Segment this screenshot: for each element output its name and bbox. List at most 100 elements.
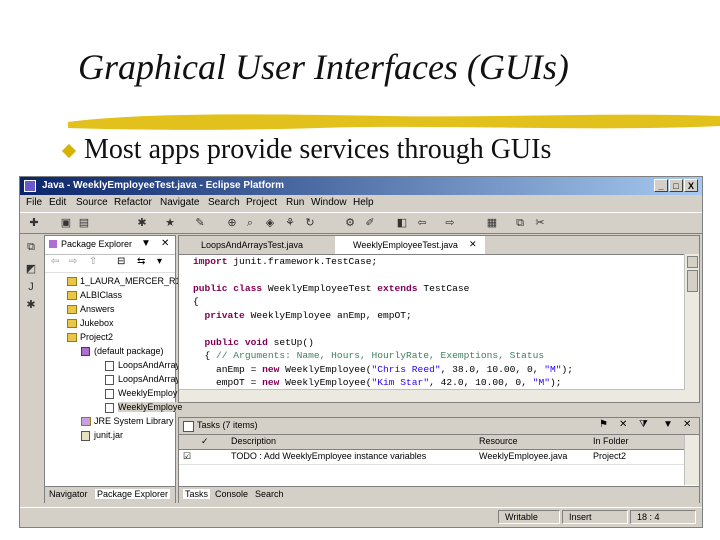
package-explorer-header: Package Explorer ▼ ✕: [45, 236, 175, 255]
code-line: { // Arguments: Name, Hours, HourlyRate,…: [204, 350, 545, 361]
code-editor[interactable]: LoopsAndArraysTest.java WeeklyEmployeeTe…: [178, 235, 700, 403]
code-line: import junit.framework.TestCase;: [193, 256, 378, 267]
refresh-icon[interactable]: ↻: [302, 216, 318, 231]
menu-icon[interactable]: ▾: [157, 256, 162, 267]
external-tools-icon[interactable]: ✎: [192, 216, 208, 231]
package-explorer-title: Package Explorer: [61, 239, 133, 249]
task-add-icon[interactable]: ⚑: [599, 419, 608, 430]
tab-navigator[interactable]: Navigator: [49, 489, 88, 499]
collapse-all-icon[interactable]: ⊟: [117, 256, 125, 267]
task-resource: WeeklyEmployee.java: [479, 451, 568, 461]
tab-console[interactable]: Console: [215, 489, 248, 499]
task-delete-icon[interactable]: ✕: [619, 419, 627, 430]
java-file-icon: [105, 375, 114, 385]
menu-source[interactable]: Source: [76, 197, 108, 208]
editor-tabs: LoopsAndArraysTest.java WeeklyEmployeeTe…: [179, 236, 699, 255]
filter-icon[interactable]: ⧩: [639, 419, 648, 430]
column-in-folder[interactable]: In Folder: [593, 436, 629, 446]
close-tab-icon[interactable]: ✕: [469, 239, 477, 250]
task-icon: ☑: [183, 451, 192, 461]
eclipse-app-icon: [24, 180, 36, 192]
back-icon[interactable]: ⇦: [414, 216, 430, 231]
tab-tasks[interactable]: Tasks: [183, 489, 211, 499]
close-view-icon[interactable]: ✕: [683, 419, 691, 430]
minimize-button[interactable]: _: [654, 179, 668, 192]
copy-icon[interactable]: ⧉: [512, 216, 528, 231]
project-icon: [67, 277, 77, 286]
close-button[interactable]: X: [684, 179, 698, 192]
debug-perspective-icon[interactable]: ✱: [23, 297, 39, 313]
save-icon[interactable]: ▣: [58, 216, 74, 231]
java-file-icon: [105, 403, 114, 413]
window-title: Java - WeeklyEmployeeTest.java - Eclipse…: [42, 180, 284, 191]
explorer-bottom-tabs: Navigator Package Explorer: [45, 486, 175, 503]
menu-project[interactable]: Project: [246, 197, 277, 208]
java-perspective-icon[interactable]: J: [23, 279, 39, 295]
back-icon[interactable]: ⇦: [51, 256, 59, 267]
hierarchy-icon[interactable]: ⚘: [282, 216, 298, 231]
bullet-diamond: [61, 143, 77, 159]
menu-navigate[interactable]: Navigate: [160, 197, 199, 208]
tasks-bottom-tabs: Tasks Console Search: [179, 486, 699, 503]
run-icon[interactable]: ★: [162, 216, 178, 231]
package-explorer-toolbar: ⇦ ⇨ ⇧ ⊟ ⇆ ▾: [45, 254, 175, 273]
annotation-icon[interactable]: ◧: [394, 216, 410, 231]
status-bar: Writable Insert 18 : 4: [20, 507, 702, 526]
scroll-up-arrow[interactable]: [687, 256, 698, 268]
view-menu-icon[interactable]: ▼: [663, 419, 673, 430]
print-icon[interactable]: ▤: [76, 216, 92, 231]
tab-loops-and-arrays-test[interactable]: LoopsAndArraysTest.java: [183, 236, 331, 254]
library-icon: [81, 417, 91, 426]
editor-horizontal-scrollbar[interactable]: [179, 389, 685, 402]
menu-refactor[interactable]: Refactor: [114, 197, 152, 208]
search-icon[interactable]: ⌕: [242, 216, 258, 231]
scroll-thumb[interactable]: [687, 270, 698, 292]
window-titlebar[interactable]: Java - WeeklyEmployeeTest.java - Eclipse…: [20, 177, 702, 195]
tasks-title: Tasks (7 items): [197, 420, 258, 430]
eclipse-window: Java - WeeklyEmployeeTest.java - Eclipse…: [19, 176, 703, 528]
link-editor-icon[interactable]: ⇆: [137, 256, 145, 267]
up-icon[interactable]: ⇧: [89, 256, 97, 267]
tab-package-explorer[interactable]: Package Explorer: [95, 489, 171, 499]
menu-run[interactable]: Run: [286, 197, 304, 208]
code-line: empOT = new WeeklyEmployee("Kim Star", 4…: [204, 377, 562, 388]
maximize-button[interactable]: □: [669, 179, 683, 192]
column-description[interactable]: Description: [231, 436, 276, 446]
tasks-scrollbar[interactable]: [684, 435, 699, 485]
tab-weekly-employee-test[interactable]: WeeklyEmployeeTest.java: [335, 236, 485, 254]
menu-edit[interactable]: Edit: [49, 197, 66, 208]
new-icon[interactable]: ✚: [26, 216, 42, 231]
main-toolbar: ✚ ▣ ▤ ✱ ★ ✎ ⊕ ⌕ ◈ ⚘ ↻ ⚙ ✐ ◧ ⇦ ⇨ ▦ ⧉ ✂: [20, 212, 702, 234]
menu-search[interactable]: Search: [208, 197, 240, 208]
code-line: private WeeklyEmployee anEmp, empOT;: [204, 310, 412, 321]
build-icon[interactable]: ◈: [262, 216, 278, 231]
tab-search[interactable]: Search: [255, 489, 284, 499]
open-perspective-icon[interactable]: ⧉: [23, 239, 39, 255]
folder-icon: [67, 319, 77, 328]
menu-window[interactable]: Window: [311, 197, 347, 208]
editor-vertical-scrollbar[interactable]: [684, 254, 699, 402]
pencil-icon[interactable]: ✐: [362, 216, 378, 231]
forward-icon[interactable]: ⇨: [442, 216, 458, 231]
tasks-view: Tasks (7 items) ⚑ ✕ ⧩ ▼ ✕ ✓ Description …: [178, 417, 700, 503]
debug-icon[interactable]: ✱: [134, 216, 150, 231]
view-menu-icon[interactable]: ▼: [141, 238, 151, 249]
slide-title: Graphical User Interfaces (GUIs): [78, 47, 569, 87]
paste-icon[interactable]: ▦: [484, 216, 500, 231]
resource-perspective-icon[interactable]: ◩: [23, 261, 39, 277]
menu-file[interactable]: File: [26, 197, 42, 208]
open-type-icon[interactable]: ⊕: [224, 216, 240, 231]
cut-icon[interactable]: ✂: [532, 216, 548, 231]
check-column-icon[interactable]: ✓: [201, 436, 209, 447]
column-resource[interactable]: Resource: [479, 436, 518, 446]
menu-help[interactable]: Help: [353, 197, 374, 208]
task-icon[interactable]: ⚙: [342, 216, 358, 231]
perspective-shortcut-bar: ⧉ ◩ J ✱: [20, 235, 42, 505]
status-cursor-position: 18 : 4: [630, 510, 696, 524]
package-explorer-view: Package Explorer ▼ ✕ ⇦ ⇨ ⇧ ⊟ ⇆ ▾ 1_LAURA…: [44, 235, 183, 503]
code-line: {: [193, 296, 199, 307]
bullet-text: Most apps provide services through GUIs: [84, 134, 552, 165]
close-view-icon[interactable]: ✕: [161, 238, 169, 249]
forward-icon[interactable]: ⇨: [69, 256, 77, 267]
table-row[interactable]: ☑ TODO : Add WeeklyEmployee instance var…: [179, 450, 685, 465]
